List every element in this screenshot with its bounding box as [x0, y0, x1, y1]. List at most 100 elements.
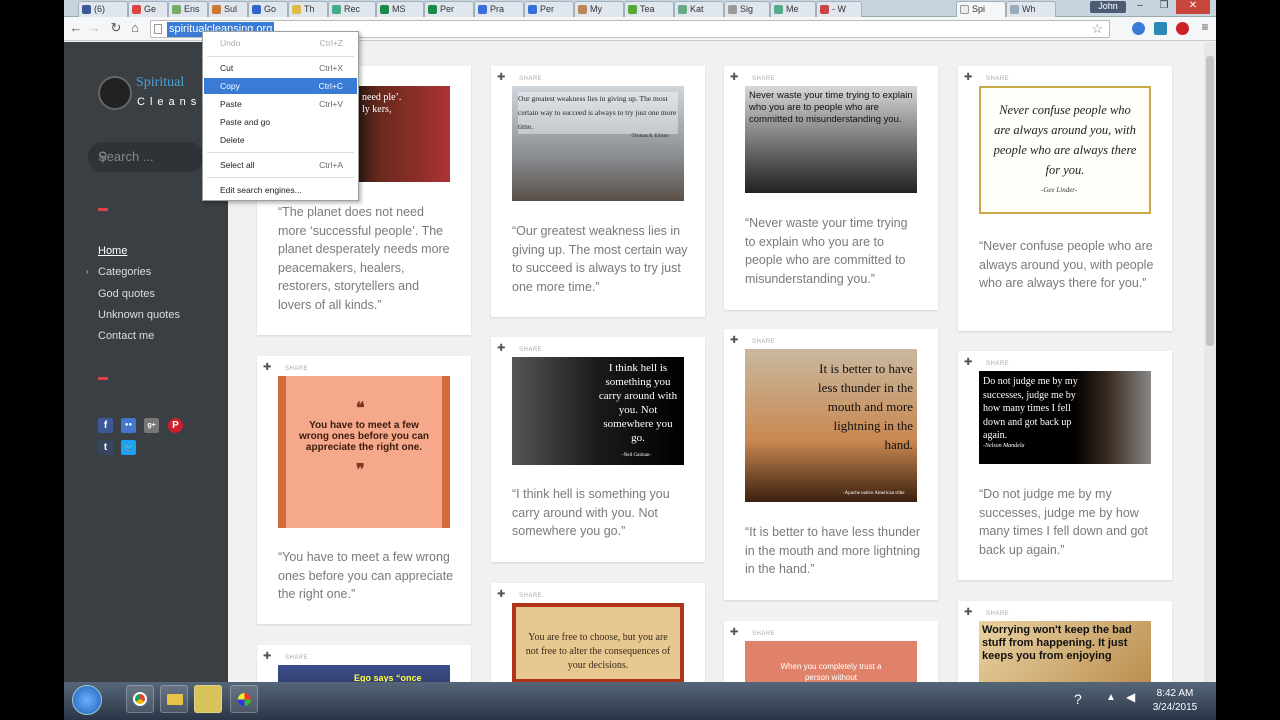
twitter-icon[interactable]: 🐦: [121, 440, 136, 455]
tab[interactable]: Ge: [128, 1, 168, 17]
share-link[interactable]: SHARE: [752, 76, 775, 82]
maximize-button[interactable]: ❐: [1152, 0, 1176, 14]
quote-image[interactable]: It is better to have less thunder in the…: [745, 349, 917, 502]
star-icon[interactable]: ☆: [1091, 21, 1103, 37]
tab[interactable]: Wh: [1006, 1, 1056, 17]
close-button[interactable]: ✕: [1176, 0, 1210, 14]
google-plus-icon[interactable]: g+: [144, 418, 159, 433]
quote-image[interactable]: Never confuse people who are always arou…: [979, 86, 1151, 214]
plus-icon[interactable]: ✚: [263, 362, 271, 373]
plus-icon[interactable]: ✚: [263, 651, 271, 662]
tab[interactable]: Kat: [674, 1, 724, 17]
share-link[interactable]: SHARE: [752, 631, 775, 637]
clock[interactable]: 8:42 AM 3/24/2015: [1148, 687, 1202, 715]
extension-icon[interactable]: [1132, 22, 1145, 35]
quote-image[interactable]: ❝ You have to meet a few wrong ones befo…: [278, 376, 450, 528]
search-icon[interactable]: ⚲: [98, 149, 108, 165]
share-link[interactable]: SHARE: [519, 76, 542, 82]
tab[interactable]: MS: [376, 1, 424, 17]
tab[interactable]: Per: [524, 1, 574, 17]
nav-categories[interactable]: Categories: [98, 266, 151, 278]
tab[interactable]: Go: [248, 1, 288, 17]
nav-god-quotes[interactable]: God quotes: [98, 288, 155, 300]
extension-icon[interactable]: [1154, 22, 1167, 35]
tumblr-icon[interactable]: t: [98, 440, 113, 455]
quote-image[interactable]: Never waste your time trying to explain …: [745, 86, 917, 193]
help-icon[interactable]: ?: [1074, 691, 1082, 707]
share-link[interactable]: SHARE: [986, 611, 1009, 617]
profile-button[interactable]: John: [1090, 1, 1126, 13]
chrome-icon[interactable]: [126, 685, 154, 713]
tray-arrow-icon[interactable]: ▲: [1106, 692, 1116, 703]
nav-home[interactable]: Home: [98, 245, 127, 257]
menu-item-edit-search-engines[interactable]: Edit search engines...: [204, 182, 357, 198]
nav-unknown-quotes[interactable]: Unknown quotes: [98, 309, 180, 321]
flickr-icon[interactable]: ●●: [121, 418, 136, 433]
plus-icon[interactable]: ✚: [497, 343, 505, 354]
menu-item-undo[interactable]: Undo Ctrl+Z: [204, 35, 357, 51]
tab[interactable]: Pra: [474, 1, 524, 17]
tab[interactable]: Ens: [168, 1, 208, 17]
scrollbar[interactable]: [1204, 42, 1216, 720]
tab[interactable]: Me: [770, 1, 816, 17]
tab-active[interactable]: Spi: [956, 1, 1006, 17]
site-icon: [172, 5, 181, 14]
pinterest-icon[interactable]: P: [168, 418, 183, 433]
logo-icon[interactable]: [98, 76, 132, 110]
tab[interactable]: Per: [424, 1, 474, 17]
start-button[interactable]: [72, 685, 102, 715]
quote-image[interactable]: I think hell is something you carry arou…: [512, 357, 684, 465]
tab-label: Th: [304, 4, 315, 14]
back-icon[interactable]: ←: [68, 20, 84, 35]
tab[interactable]: Rec: [328, 1, 376, 17]
tab[interactable]: Sul: [208, 1, 248, 17]
tab[interactable]: Sig: [724, 1, 770, 17]
plus-icon[interactable]: ✚: [730, 72, 738, 83]
facebook-icon[interactable]: f: [98, 418, 113, 433]
menu-item-cut[interactable]: Cut Ctrl+X: [204, 60, 357, 76]
paint-icon[interactable]: [230, 685, 258, 713]
share-link[interactable]: SHARE: [986, 76, 1009, 82]
quote-image[interactable]: Our greatest weakness lies in giving up.…: [512, 86, 684, 201]
share-link[interactable]: SHARE: [752, 339, 775, 345]
minimize-button[interactable]: –: [1128, 0, 1152, 14]
file-explorer-icon[interactable]: [160, 685, 188, 713]
speaker-icon[interactable]: ◀: [1126, 690, 1135, 704]
logo-text[interactable]: Spiritual: [136, 75, 184, 91]
search-input[interactable]: Search ... ⚲: [88, 142, 204, 172]
logo-subtext[interactable]: Cleansi: [137, 96, 209, 108]
plus-icon[interactable]: ✚: [964, 607, 972, 618]
plus-icon[interactable]: ✚: [964, 357, 972, 368]
menu-item-copy[interactable]: Copy Ctrl+C: [204, 78, 357, 94]
pinterest-icon[interactable]: [1176, 22, 1189, 35]
menu-item-paste-and-go[interactable]: Paste and go: [204, 114, 357, 130]
share-link[interactable]: SHARE: [285, 655, 308, 661]
quote-card: ✚ SHARE Do not judge me by my successes,…: [958, 351, 1172, 580]
menu-item-select-all[interactable]: Select all Ctrl+A: [204, 157, 357, 173]
scrollbar-thumb[interactable]: [1206, 56, 1214, 346]
share-link[interactable]: SHARE: [519, 347, 542, 353]
share-link[interactable]: SHARE: [519, 593, 542, 599]
tab[interactable]: My: [574, 1, 624, 17]
menu-icon[interactable]: ≡: [1197, 20, 1213, 34]
nav-contact[interactable]: Contact me: [98, 330, 154, 342]
reload-icon[interactable]: ↻: [108, 20, 124, 36]
menu-item-paste[interactable]: Paste Ctrl+V: [204, 96, 357, 112]
plus-icon[interactable]: ✚: [730, 627, 738, 638]
tab[interactable]: - W: [816, 1, 862, 17]
forward-icon[interactable]: →: [86, 20, 102, 35]
plus-icon[interactable]: ✚: [497, 72, 505, 83]
home-icon[interactable]: ⌂: [127, 20, 143, 35]
tab[interactable]: Tea: [624, 1, 674, 17]
plus-icon[interactable]: ✚: [497, 589, 505, 600]
plus-icon[interactable]: ✚: [730, 335, 738, 346]
app-icon[interactable]: [194, 685, 222, 713]
quote-image[interactable]: You are free to choose, but you are not …: [512, 603, 684, 683]
tab[interactable]: (6): [78, 1, 128, 17]
tab[interactable]: Th: [288, 1, 328, 17]
plus-icon[interactable]: ✚: [964, 72, 972, 83]
share-link[interactable]: SHARE: [986, 361, 1009, 367]
quote-image[interactable]: Do not judge me by my successes, judge m…: [979, 371, 1151, 464]
menu-item-delete[interactable]: Delete: [204, 132, 357, 148]
share-link[interactable]: SHARE: [285, 366, 308, 372]
